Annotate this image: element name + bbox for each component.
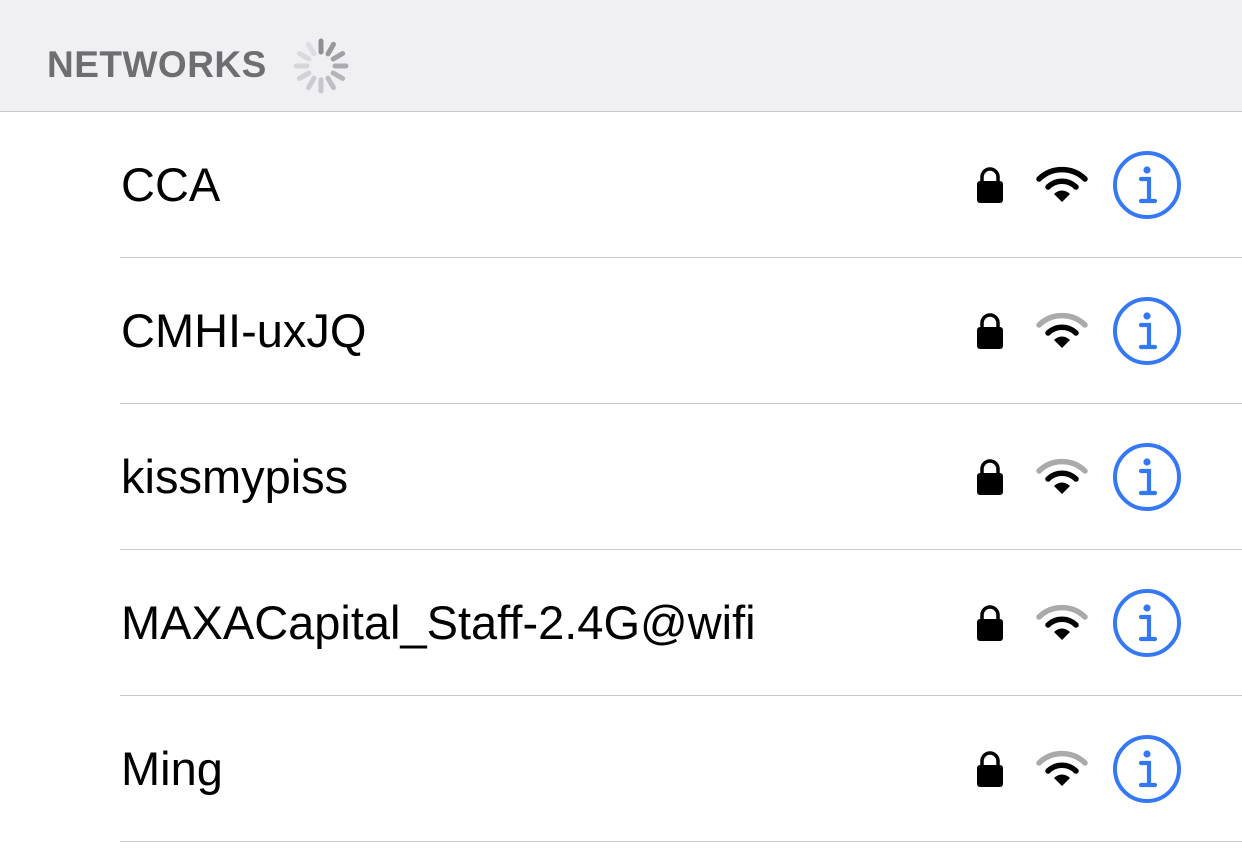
lock-icon [977, 167, 1003, 203]
info-button[interactable] [1112, 442, 1182, 512]
info-button[interactable] [1112, 734, 1182, 804]
network-row[interactable]: kissmypiss [0, 404, 1242, 550]
network-row[interactable]: Ming [0, 696, 1242, 842]
info-button[interactable] [1112, 588, 1182, 658]
wifi-icon [1036, 750, 1088, 786]
wifi-icon [1036, 312, 1088, 348]
network-row[interactable]: CCA [0, 112, 1242, 258]
network-name: Ming [121, 742, 223, 795]
network-name: CCA [121, 158, 221, 211]
networks-section-title: NETWORKS [47, 44, 267, 85]
network-row[interactable]: CMHI-uxJQ [0, 258, 1242, 404]
lock-icon [977, 751, 1003, 787]
network-list: CCA CMHI-uxJQ kissmypiss MAXACapital_Sta… [0, 112, 1242, 842]
networks-section-header: NETWORKS [0, 0, 1242, 112]
info-button[interactable] [1112, 296, 1182, 366]
network-name: kissmypiss [121, 450, 349, 503]
lock-icon [977, 459, 1003, 495]
network-name: CMHI-uxJQ [121, 304, 367, 357]
lock-icon [977, 605, 1003, 641]
spinner-icon [293, 38, 349, 94]
network-name: MAXACapital_Staff-2.4G@wifi [121, 596, 756, 649]
network-row[interactable]: MAXACapital_Staff-2.4G@wifi [0, 550, 1242, 696]
info-button[interactable] [1112, 150, 1182, 220]
wifi-icon [1036, 166, 1088, 202]
wifi-icon [1036, 458, 1088, 494]
row-separator [120, 841, 1242, 842]
wifi-icon [1036, 604, 1088, 640]
lock-icon [977, 313, 1003, 349]
